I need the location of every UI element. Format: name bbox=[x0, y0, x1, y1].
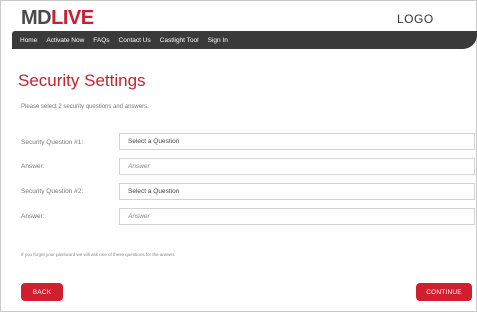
security-footnote: If you forget your password we will ask … bbox=[21, 252, 176, 257]
partner-logo-placeholder: LOGO bbox=[397, 12, 434, 26]
intro-text: Please select 2 security questions and a… bbox=[21, 104, 149, 110]
question-2-select-value: Select a Question bbox=[128, 188, 180, 195]
main-nav: Home Activate Now FAQs Contact Us Castli… bbox=[12, 31, 477, 49]
back-button[interactable]: BACK bbox=[21, 283, 63, 301]
nav-sign-in[interactable]: Sign In bbox=[208, 37, 228, 44]
nav-castlight-tool[interactable]: Castlight Tool bbox=[160, 37, 199, 44]
answer-1-input[interactable] bbox=[119, 158, 475, 175]
question-1-label: Security Question #1: bbox=[21, 139, 84, 146]
answer-2-label: Answer: bbox=[21, 213, 45, 220]
question-2-select[interactable]: Select a Question bbox=[119, 183, 475, 200]
page-title: Security Settings bbox=[18, 71, 146, 90]
question-2-label: Security Question #2: bbox=[21, 188, 84, 195]
mdlive-logo: MDLIVE bbox=[21, 7, 94, 29]
answer-2-input[interactable] bbox=[119, 208, 475, 225]
brand-md-text: MD bbox=[21, 7, 52, 29]
brand-live-text: LIVE bbox=[51, 7, 94, 29]
question-1-select-value: Select a Question bbox=[128, 138, 180, 145]
nav-home[interactable]: Home bbox=[20, 37, 37, 44]
question-1-select[interactable]: Select a Question bbox=[119, 133, 475, 150]
nav-activate-now[interactable]: Activate Now bbox=[46, 37, 84, 44]
answer-1-label: Answer: bbox=[21, 163, 45, 170]
nav-faqs[interactable]: FAQs bbox=[93, 37, 109, 44]
continue-button[interactable]: CONTINUE bbox=[416, 283, 472, 301]
nav-contact-us[interactable]: Contact Us bbox=[119, 37, 151, 44]
